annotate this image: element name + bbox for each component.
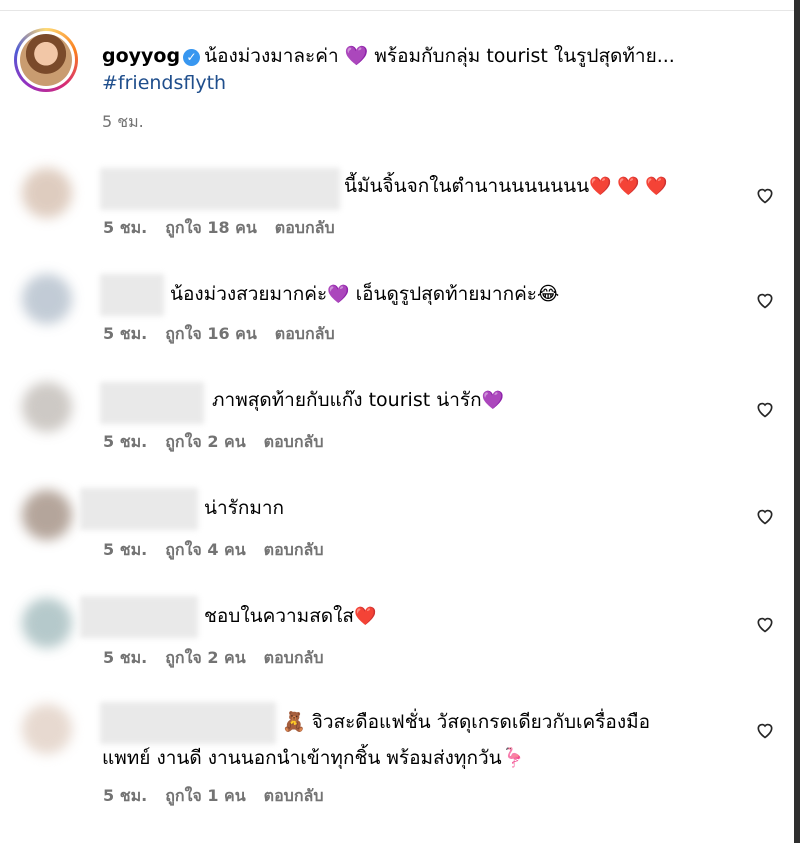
like-button[interactable] [752, 396, 778, 422]
comment-text-line2: แพทย์ งานดี งานนอกนำเข้าทุกชิ้น พร้อมส่ง… [102, 747, 526, 769]
like-button[interactable] [752, 182, 778, 208]
likes-count-link[interactable]: ถูกใจ 2 คน [165, 648, 245, 667]
comment-text: น่ารักมาก [204, 497, 285, 519]
comment-meta: 5 ชม. ถูกใจ 2 คน ตอบกลับ [103, 646, 341, 671]
comment-item: น้องม่วงสวยมากค่ะ💜 เอ็นดูรูปสุดท้ายมากค่… [0, 266, 794, 366]
hashtag-link[interactable]: #friendsflyth [102, 72, 226, 94]
heart-outline-icon [757, 617, 773, 633]
avatar[interactable] [22, 490, 72, 540]
like-button[interactable] [752, 611, 778, 637]
comment-text: 🧸 จิวสะดือแฟชั่น วัสดุเกรดเดียวกับเครื่อ… [282, 711, 651, 733]
like-button[interactable] [752, 503, 778, 529]
username-link[interactable] [100, 382, 204, 424]
comment-time: 5 ชม. [103, 786, 148, 805]
verified-badge-icon: ✓ [183, 49, 201, 66]
caption-text: น้องม่วงมาละค่า 💜 พร้อมกับกลุ่ม tourist … [204, 45, 675, 67]
like-button[interactable] [752, 717, 778, 743]
username-link[interactable] [80, 488, 198, 530]
comment-item: 🧸 จิวสะดือแฟชั่น วัสดุเกรดเดียวกับเครื่อ… [0, 696, 794, 816]
username-link[interactable] [80, 596, 198, 638]
heart-outline-icon [757, 723, 773, 739]
heart-outline-icon [757, 188, 773, 204]
comment-time: 5 ชม. [103, 648, 148, 667]
heart-outline-icon [757, 402, 773, 418]
avatar[interactable] [22, 598, 72, 648]
heart-emoji: ❤️ ❤️ ❤️ [589, 176, 668, 197]
comment-item: ภาพสุดท้ายกับแก๊ง tourist น่ารัก💜 5 ชม. ถ… [0, 374, 794, 474]
avatar[interactable] [22, 382, 72, 432]
reply-button[interactable]: ตอบกลับ [264, 432, 324, 451]
post-time: 5 ชม. [102, 112, 144, 131]
comment-meta: 5 ชม. ถูกใจ 18 คน ตอบกลับ [103, 216, 353, 241]
username-link[interactable] [100, 168, 340, 210]
reply-button[interactable]: ตอบกลับ [264, 540, 324, 559]
reply-button[interactable]: ตอบกลับ [275, 218, 335, 237]
comment-meta: 5 ชม. ถูกใจ 1 คน ตอบกลับ [103, 784, 341, 809]
comment-time: 5 ชม. [103, 218, 148, 237]
reply-button[interactable]: ตอบกลับ [264, 786, 324, 805]
username-link[interactable] [100, 702, 276, 744]
likes-count-link[interactable]: ถูกใจ 1 คน [165, 786, 245, 805]
post-caption: goyyog ✓ น้องม่วงมาละค่า 💜 พร้อมกับกลุ่ม t… [14, 28, 784, 138]
comment-time: 5 ชม. [103, 540, 148, 559]
avatar[interactable] [22, 274, 72, 324]
top-divider [0, 0, 794, 11]
comment-time: 5 ชม. [103, 432, 148, 451]
comment-text: ภาพสุดท้ายกับแก๊ง tourist น่ารัก💜 [212, 389, 504, 411]
avatar[interactable] [22, 704, 72, 754]
username-link[interactable] [100, 274, 164, 316]
likes-count-link[interactable]: ถูกใจ 16 คน [165, 324, 257, 343]
avatar-photo [20, 34, 72, 86]
avatar[interactable] [22, 168, 72, 218]
reply-button[interactable]: ตอบกลับ [275, 324, 335, 343]
comment-item: น่ารักมาก 5 ชม. ถูกใจ 4 คน ตอบกลับ [0, 482, 794, 582]
caption-line: goyyog ✓ น้องม่วงมาละค่า 💜 พร้อมกับกลุ่ม t… [102, 41, 675, 71]
comment-text: ชอบในความสดใส❤️ [204, 605, 377, 627]
comment-text: น้องม่วงสวยมากค่ะ💜 เอ็นดูรูปสุดท้ายมากค่… [170, 283, 560, 305]
scrollbar[interactable] [794, 0, 800, 843]
likes-count-link[interactable]: ถูกใจ 2 คน [165, 432, 245, 451]
comment-meta: 5 ชม. ถูกใจ 16 คน ตอบกลับ [103, 322, 353, 347]
comment-item: นี้มันจิ้นจกในตำนานนนนนนน❤️ ❤️ ❤️ 5 ชม. ถ… [0, 160, 794, 260]
comment-meta: 5 ชม. ถูกใจ 4 คน ตอบกลับ [103, 538, 341, 563]
likes-count-link[interactable]: ถูกใจ 4 คน [165, 540, 245, 559]
avatar[interactable] [14, 28, 78, 92]
like-button[interactable] [752, 287, 778, 313]
comment-meta: 5 ชม. ถูกใจ 2 คน ตอบกลับ [103, 430, 341, 455]
heart-outline-icon [757, 509, 773, 525]
heart-outline-icon [757, 293, 773, 309]
reply-button[interactable]: ตอบกลับ [264, 648, 324, 667]
comment-time: 5 ชม. [103, 324, 148, 343]
comment-text: นี้มันจิ้นจกในตำนานนนนนนน❤️ ❤️ ❤️ [344, 175, 668, 197]
likes-count-link[interactable]: ถูกใจ 18 คน [165, 218, 257, 237]
comment-item: ชอบในความสดใส❤️ 5 ชม. ถูกใจ 2 คน ตอบกลับ [0, 590, 794, 690]
username-link[interactable]: goyyog [102, 45, 180, 67]
